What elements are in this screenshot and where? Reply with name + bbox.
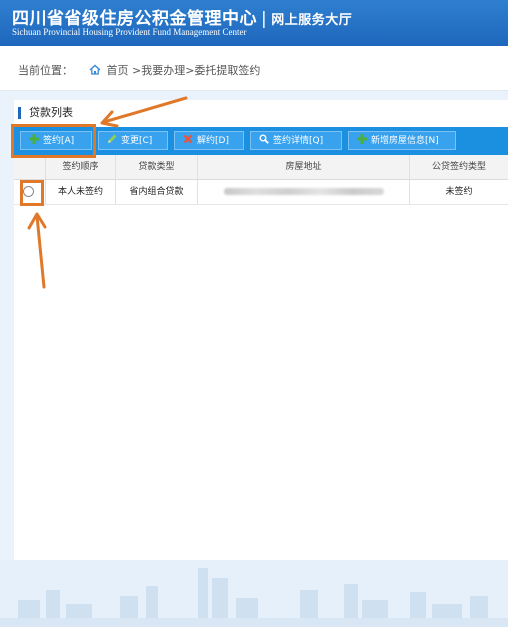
skyline-background [0,560,508,627]
contract-details-button-label: 签约详情[Q] [273,136,324,146]
magnifier-icon [259,134,269,144]
add-property-button[interactable]: 新增房屋信息[N] [348,131,456,150]
column-header: 签约顺序 [46,155,116,179]
sign-order-cell: 本人未签约 [46,180,116,204]
change-button-label: 变更[C] [121,136,153,146]
app-header: 四川省省级住房公积金管理中心 | 网上服务大厅 Sichuan Provincial… [0,0,508,46]
home-icon[interactable] [89,64,101,75]
change-button[interactable]: 变更[C] [98,131,168,150]
header-title: 四川省省级住房公积金管理中心 | 网上服务大厅 [12,4,352,29]
breadcrumb-path[interactable]: 首页 >我要办理>委托提取签约 [107,64,261,77]
header-english-name: Sichuan Provincial Housing Provident Fun… [12,27,247,37]
select-column-header [14,155,46,179]
cancel-contract-button[interactable]: 解约[D] [174,131,244,150]
column-header: 房屋地址 [198,155,410,179]
contract-details-button[interactable]: 签约详情[Q] [250,131,342,150]
breadcrumb: 当前位置： 首页 >我要办理>委托提取签约 [18,62,260,78]
redacted-address [223,188,384,195]
column-header: 公贷签约类型 [431,162,486,172]
section-title: 贷款列表 [18,107,73,119]
header-separator: | [261,9,268,29]
annotation-box-radio [20,180,44,206]
loan-list-panel: 贷款列表 签约[A] 变更[C] 解约[D] 签约详情[Q] 新增房屋信息[N]… [14,100,508,562]
center-name: 四川省省级住房公积金管理中心 [12,9,257,29]
header-subtitle: 网上服务大厅 [271,13,353,28]
breadcrumb-bar: 当前位置： 首页 >我要办理>委托提取签约 [0,46,508,91]
sign-type-cell: 未签约 [445,187,473,197]
address-cell [198,180,410,204]
column-header: 贷款类型 [116,155,198,179]
annotation-box-sign-button [11,124,96,158]
breadcrumb-prefix: 当前位置： [18,64,73,77]
pencil-icon [108,134,117,143]
table-row[interactable]: 本人未签约 省内组合贷款 未签约 [14,180,508,205]
plus-icon [357,134,367,144]
add-property-button-label: 新增房屋信息[N] [371,136,439,146]
loan-type-cell: 省内组合贷款 [116,180,198,204]
cancel-contract-button-label: 解约[D] [197,136,229,146]
table-header: 签约顺序 贷款类型 房屋地址 公贷签约类型 [14,155,508,180]
cross-icon [183,134,193,144]
